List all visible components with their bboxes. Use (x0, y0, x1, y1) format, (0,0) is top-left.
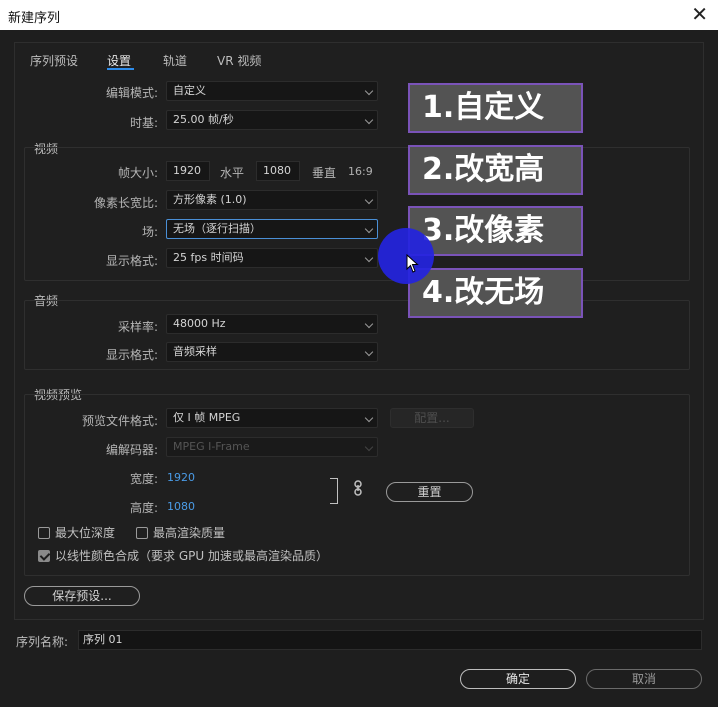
chevron-down-icon (364, 442, 374, 452)
edit-mode-select[interactable]: 自定义 (166, 81, 378, 101)
window-title: 新建序列 (8, 11, 61, 26)
checkbox-icon[interactable] (38, 527, 50, 539)
link-bracket (330, 478, 338, 504)
tab-vr-video[interactable]: VR 视频 (217, 52, 261, 69)
video-display-format-value: 25 fps 时间码 (173, 251, 244, 264)
codec-select[interactable]: MPEG I-Frame (166, 437, 378, 457)
video-display-format-label: 显示格式: (105, 254, 158, 268)
audio-display-format-select[interactable]: 音频采样 (166, 342, 378, 362)
annotation-step-2: 2.改宽高 (408, 145, 583, 195)
preview-width-label: 宽度: (129, 472, 158, 486)
video-display-format-select[interactable]: 25 fps 时间码 (166, 248, 378, 268)
fields-value: 无场（逐行扫描） (173, 222, 261, 235)
linear-color-label: 以线性颜色合成（要求 GPU 加速或最高渲染品质） (55, 549, 328, 563)
tab-settings[interactable]: 设置 (107, 52, 131, 69)
timebase-value: 25.00 帧/秒 (173, 113, 234, 126)
max-render-quality-checkbox[interactable]: 最高渲染质量 (136, 524, 225, 541)
frame-size-label: 帧大小: (117, 166, 158, 180)
preview-format-label: 预览文件格式: (81, 414, 158, 428)
fields-select[interactable]: 无场（逐行扫描） (166, 219, 378, 239)
chain-link-icon[interactable] (353, 480, 363, 500)
horizontal-label: 水平 (220, 166, 245, 180)
reset-button[interactable]: 重置 (386, 482, 473, 502)
active-tab-indicator (107, 68, 134, 70)
save-preset-button[interactable]: 保存预设... (24, 586, 140, 606)
pixel-aspect-label: 像素长宽比: (93, 196, 158, 210)
annotation-step-4: 4.改无场 (408, 268, 583, 318)
frame-height-input[interactable]: 1080 (256, 161, 300, 181)
sample-rate-label: 采样率: (117, 320, 158, 334)
preview-format-value: 仅 I 帧 MPEG (173, 411, 241, 424)
checkbox-icon[interactable] (136, 527, 148, 539)
cancel-button[interactable]: 取消 (586, 669, 702, 689)
pixel-aspect-select[interactable]: 方形像素 (1.0) (166, 190, 378, 210)
checkbox-checked-icon[interactable] (38, 550, 50, 562)
sequence-name-input[interactable]: 序列 01 (78, 630, 702, 650)
sample-rate-value: 48000 Hz (173, 317, 226, 330)
edit-mode-label: 编辑模式: (105, 86, 158, 100)
max-bit-depth-label: 最大位深度 (55, 526, 116, 540)
chevron-down-icon (364, 195, 374, 205)
preview-height-value[interactable]: 1080 (167, 500, 195, 513)
ok-button[interactable]: 确定 (460, 669, 576, 689)
fields-label: 场: (141, 225, 158, 239)
chevron-down-icon (364, 347, 374, 357)
audio-display-format-label: 显示格式: (105, 348, 158, 362)
chevron-down-icon (364, 253, 374, 263)
pixel-aspect-value: 方形像素 (1.0) (173, 193, 247, 206)
annotation-step-3: 3.改像素 (408, 206, 583, 256)
preview-height-label: 高度: (129, 501, 158, 515)
tab-tracks[interactable]: 轨道 (163, 52, 187, 69)
close-icon[interactable]: ✕ (691, 3, 708, 25)
chevron-down-icon (364, 413, 374, 423)
annotation-step-1: 1.自定义 (408, 83, 583, 133)
linear-color-checkbox[interactable]: 以线性颜色合成（要求 GPU 加速或最高渲染品质） (38, 547, 328, 564)
tab-sequence-presets[interactable]: 序列预设 (30, 52, 78, 69)
chevron-down-icon (364, 115, 374, 125)
edit-mode-value: 自定义 (173, 84, 206, 97)
aspect-ratio-value: 16:9 (348, 165, 373, 178)
audio-display-format-value: 音频采样 (173, 345, 217, 358)
preview-format-select[interactable]: 仅 I 帧 MPEG (166, 408, 378, 428)
window-titlebar: 新建序列 ✕ (0, 0, 718, 30)
max-bit-depth-checkbox[interactable]: 最大位深度 (38, 524, 115, 541)
timebase-label: 时基: (129, 116, 158, 130)
codec-value: MPEG I-Frame (173, 440, 250, 453)
chevron-down-icon (364, 86, 374, 96)
preview-width-value[interactable]: 1920 (167, 471, 195, 484)
codec-label: 编解码器: (105, 443, 158, 457)
vertical-label: 垂直 (312, 166, 337, 180)
max-render-quality-label: 最高渲染质量 (153, 526, 226, 540)
sequence-name-label: 序列名称: (16, 635, 69, 649)
chevron-down-icon (364, 319, 374, 329)
timebase-select[interactable]: 25.00 帧/秒 (166, 110, 378, 130)
chevron-down-icon (364, 224, 374, 234)
sample-rate-select[interactable]: 48000 Hz (166, 314, 378, 334)
frame-width-input[interactable]: 1920 (166, 161, 210, 181)
configure-button[interactable]: 配置... (390, 408, 474, 428)
